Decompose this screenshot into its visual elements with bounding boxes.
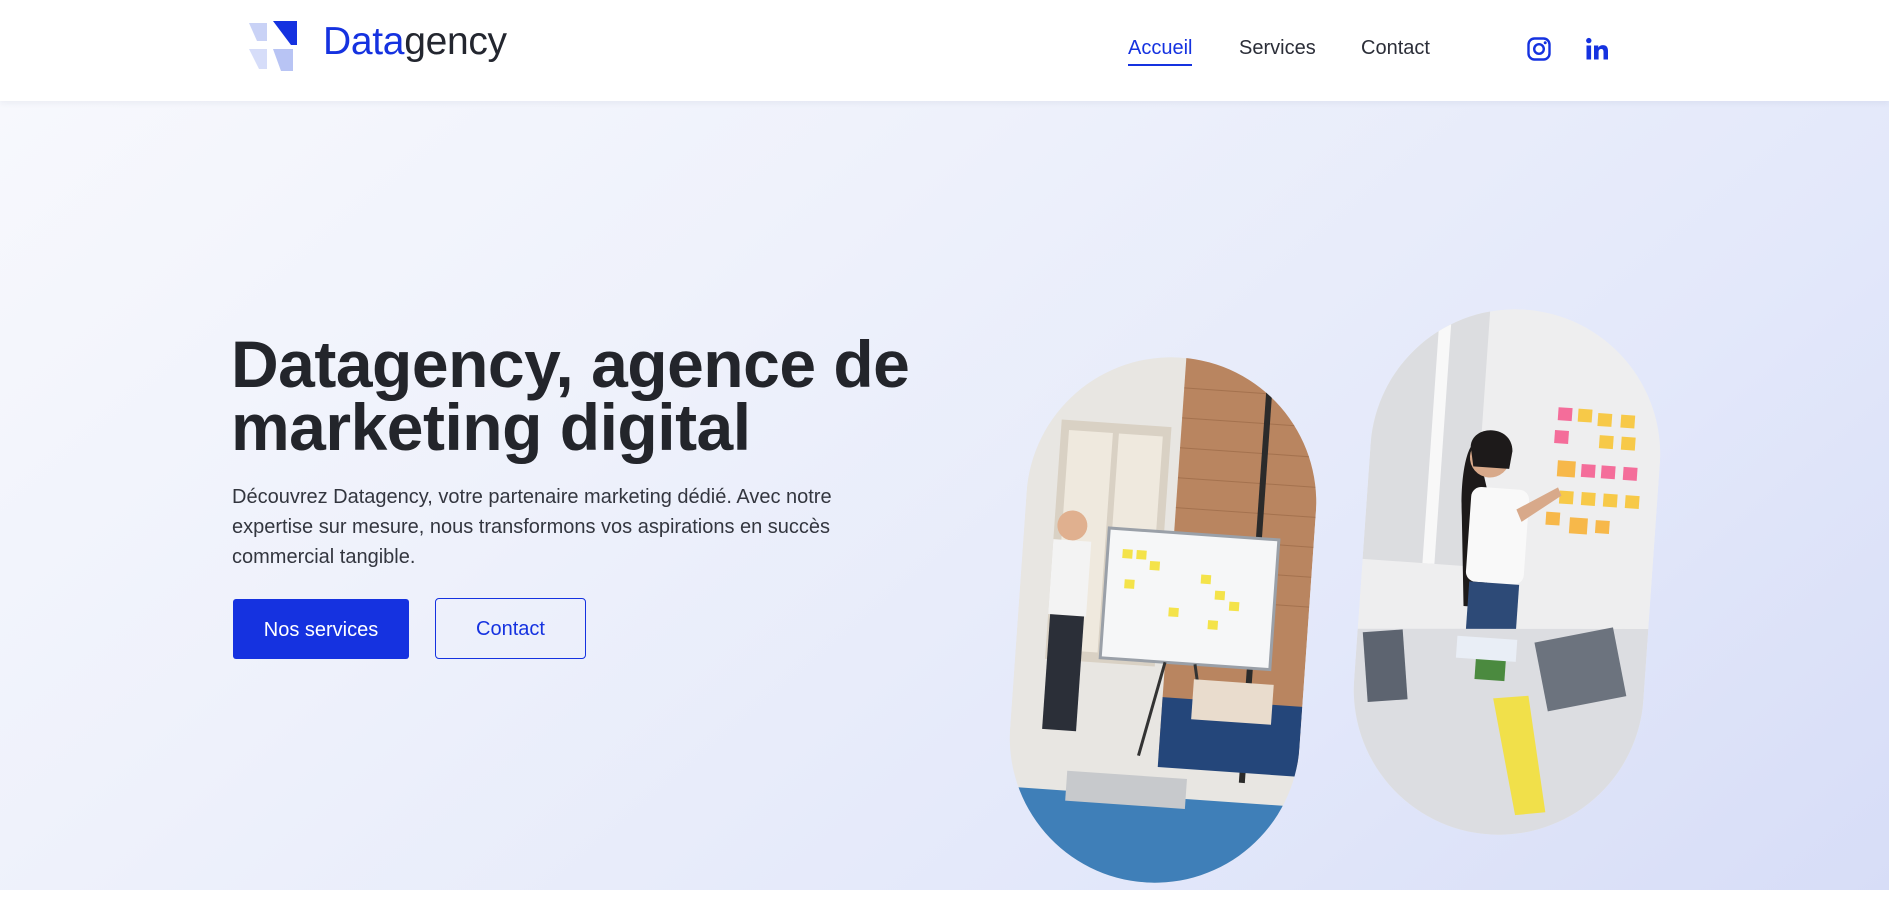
team-whiteboard-photo (1000, 347, 1326, 893)
hero-description-line1: Découvrez Datagency, votre partenaire ma… (232, 486, 832, 508)
contact-button[interactable]: Contact (435, 598, 586, 659)
hero-description-line3: commercial tangible. (232, 546, 416, 568)
nav-contact[interactable]: Contact (1361, 37, 1430, 60)
woman-sticky-notes-photo (1344, 299, 1670, 845)
brand-name-part2: gency (404, 20, 507, 63)
linkedin-icon[interactable] (1584, 36, 1610, 62)
nos-services-button[interactable]: Nos services (233, 599, 409, 659)
nav-services[interactable]: Services (1239, 37, 1316, 60)
datagency-logo-icon[interactable] (245, 19, 299, 73)
nav-accueil[interactable]: Accueil (1128, 37, 1193, 66)
hero-description-line2: expertise sur mesure, nous transformons … (232, 516, 831, 538)
hero-title: Datagency, agence de marketing digital (231, 331, 991, 460)
hero-title-line2: marketing digital (231, 390, 751, 464)
instagram-icon[interactable] (1526, 36, 1552, 62)
site-header: Datagency Accueil Services Contact (0, 0, 1889, 101)
brand-name-part1: Data (323, 20, 405, 63)
hero-description: Découvrez Datagency, votre partenaire ma… (232, 482, 912, 572)
brand-name[interactable]: Datagency (323, 20, 507, 64)
hero-section: Datagency, agence de marketing digital D… (0, 101, 1889, 893)
page-bottom-edge (0, 890, 1889, 898)
